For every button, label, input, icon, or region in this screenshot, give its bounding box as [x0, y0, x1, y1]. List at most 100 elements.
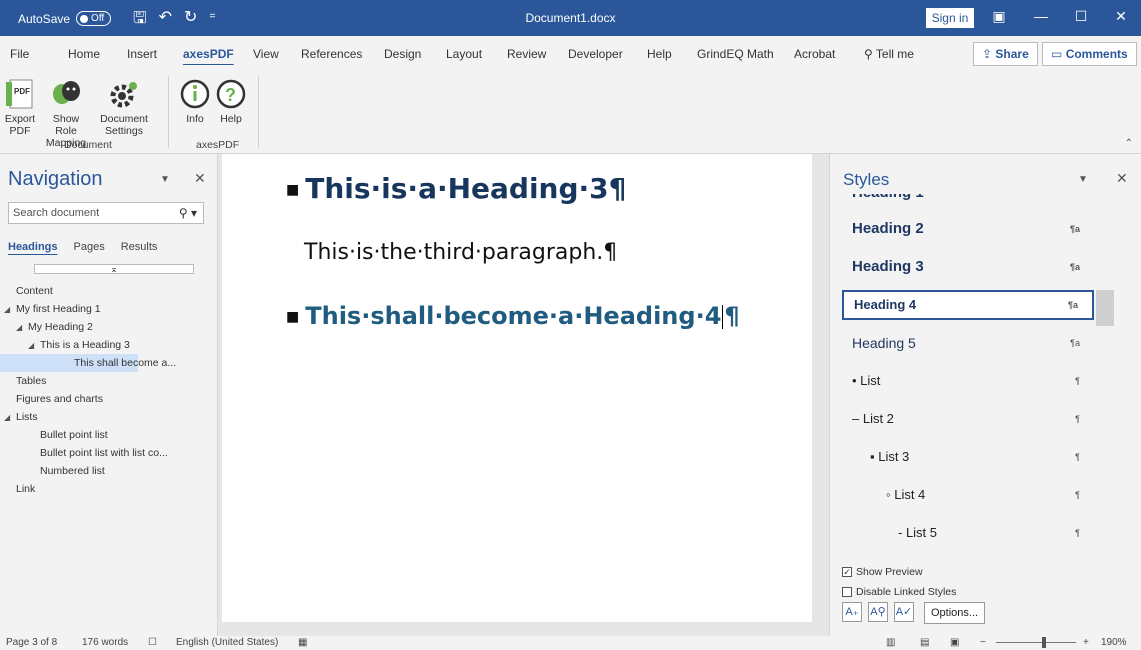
tab-layout[interactable]: Layout: [446, 47, 482, 61]
tab-grindeq-math[interactable]: GrindEQ Math: [697, 47, 774, 61]
nav-heading-item[interactable]: ◢ My first Heading 1: [0, 300, 218, 318]
macro-recording-icon[interactable]: ▦: [298, 637, 307, 648]
nav-heading-item[interactable]: Bullet point list: [0, 426, 218, 444]
style-item[interactable]: Heading 3 ¶a: [842, 252, 1094, 282]
paragraph-text[interactable]: This·is·the·third·paragraph.¶: [304, 240, 617, 265]
show-preview-option[interactable]: ✓ Show Preview: [842, 562, 956, 582]
page-count[interactable]: Page 3 of 8: [6, 637, 57, 648]
heading-3-text[interactable]: ■ This·is·a·Heading·3¶: [286, 172, 626, 205]
disable-linked-checkbox[interactable]: [842, 587, 852, 597]
manage-styles-icon[interactable]: A✓: [894, 602, 914, 622]
nav-heading-item[interactable]: Content: [0, 282, 218, 300]
nav-heading-label: Link: [16, 483, 36, 495]
pane-options-icon[interactable]: ▼: [160, 174, 170, 185]
search-document-input[interactable]: Search document ⚲ ▾: [8, 202, 204, 224]
tab-design[interactable]: Design: [384, 47, 421, 61]
tab-developer[interactable]: Developer: [568, 47, 623, 61]
expand-toggle-icon[interactable]: ◢: [28, 337, 40, 355]
style-item[interactable]: ▪ List 3 ¶: [842, 442, 1094, 472]
share-icon: ⇪: [982, 47, 993, 61]
nav-heading-item[interactable]: ◢ This is a Heading 3: [0, 336, 218, 354]
help-button[interactable]: ? Help: [214, 78, 248, 125]
disable-linked-option[interactable]: Disable Linked Styles: [842, 582, 956, 602]
style-item[interactable]: Heading 2 ¶a: [842, 214, 1094, 244]
style-inspector-icon[interactable]: A⚲: [868, 602, 888, 622]
language-indicator[interactable]: English (United States): [176, 637, 278, 648]
sign-in-button[interactable]: Sign in: [926, 8, 974, 28]
new-style-icon[interactable]: A₊: [842, 602, 862, 622]
nav-heading-item[interactable]: Tables: [0, 372, 218, 390]
style-item[interactable]: Heading 4 ¶a: [842, 290, 1094, 320]
paragraph-style-icon: ¶: [1075, 376, 1080, 386]
expand-toggle-icon[interactable]: ◢: [4, 409, 16, 427]
style-name: Heading 3: [852, 258, 924, 275]
tab-review[interactable]: Review: [507, 47, 546, 61]
zoom-in-icon[interactable]: +: [1083, 637, 1089, 648]
collapse-all-icon[interactable]: ⌅: [34, 264, 194, 274]
style-item[interactable]: ◦ List 4 ¶: [842, 480, 1094, 510]
tab-help[interactable]: Help: [647, 47, 672, 61]
ribbon-display-options-icon[interactable]: ▣: [984, 8, 1014, 25]
style-item[interactable]: • List ¶: [842, 366, 1094, 396]
nav-heading-item[interactable]: This shall become a...: [0, 354, 176, 372]
word-count[interactable]: 176 words: [82, 637, 128, 648]
tell-me-search[interactable]: ⚲ Tell me: [864, 47, 914, 61]
theater-masks-icon: [53, 81, 80, 104]
expand-toggle-icon[interactable]: ◢: [4, 301, 16, 319]
group-separator: [258, 76, 259, 148]
comments-button[interactable]: ▭ Comments: [1042, 42, 1137, 66]
close-icon[interactable]: ✕: [1106, 8, 1136, 25]
minimize-icon[interactable]: —: [1026, 8, 1056, 24]
tab-acrobat[interactable]: Acrobat: [794, 47, 835, 61]
info-button[interactable]: Info: [178, 78, 212, 125]
tab-pages[interactable]: Pages: [74, 241, 105, 253]
nav-heading-item[interactable]: Figures and charts: [0, 390, 218, 408]
nav-heading-label: Bullet point list: [40, 429, 108, 441]
zoom-out-icon[interactable]: −: [980, 637, 986, 648]
collapse-ribbon-icon[interactable]: ⌃: [1125, 138, 1133, 149]
tab-references[interactable]: References: [301, 47, 362, 61]
search-icon[interactable]: ⚲ ▾: [179, 206, 197, 220]
pane-options-icon[interactable]: ▼: [1078, 174, 1088, 185]
maximize-icon[interactable]: ☐: [1066, 8, 1096, 25]
showrole-line1: Show Role: [52, 113, 80, 137]
zoom-slider-thumb[interactable]: [1042, 637, 1046, 648]
tab-axespdf[interactable]: axesPDF: [183, 47, 234, 61]
document-page[interactable]: ■ This·is·a·Heading·3¶ This·is·the·third·…: [222, 154, 812, 622]
style-item[interactable]: – List 2 ¶: [842, 404, 1094, 434]
nav-heading-item[interactable]: Bullet point list with list co...: [0, 444, 218, 462]
nav-heading-label: This is a Heading 3: [40, 339, 130, 351]
nav-heading-item[interactable]: ◢ Lists: [0, 408, 218, 426]
expand-toggle-icon[interactable]: ◢: [16, 319, 28, 337]
tab-file[interactable]: File: [10, 47, 29, 61]
nav-heading-item[interactable]: Numbered list: [0, 462, 218, 480]
share-button[interactable]: ⇪ Share: [973, 42, 1038, 66]
ribbon: PDF Export PDF Show Role Mapping Documen…: [0, 72, 1141, 154]
read-mode-icon[interactable]: ▥: [886, 637, 895, 648]
proofing-icon[interactable]: ☐: [148, 637, 157, 648]
close-pane-icon[interactable]: ✕: [194, 170, 206, 187]
nav-heading-item[interactable]: ◢ My Heading 2: [0, 318, 218, 336]
tab-insert[interactable]: Insert: [127, 47, 157, 61]
export-pdf-button[interactable]: PDF Export PDF: [2, 78, 38, 137]
style-item[interactable]: - List 5 ¶: [842, 518, 1094, 548]
nav-heading-item[interactable]: Link: [0, 480, 218, 498]
scrollbar-thumb[interactable]: [1096, 290, 1114, 326]
web-layout-icon[interactable]: ▣: [950, 637, 959, 648]
close-pane-icon[interactable]: ✕: [1116, 170, 1128, 187]
heading-4-text[interactable]: ■ This·shall·become·a·Heading·4 ¶: [286, 302, 740, 330]
zoom-level[interactable]: 190%: [1101, 637, 1127, 648]
document-settings-button[interactable]: Document Settings: [94, 78, 154, 137]
show-preview-checkbox[interactable]: ✓: [842, 567, 852, 577]
options-button[interactable]: Options...: [924, 602, 986, 624]
tab-view[interactable]: View: [253, 47, 279, 61]
style-item[interactable]: Heading 5 ¶a: [842, 328, 1094, 358]
search-icon: ⚲: [864, 47, 873, 61]
tab-home[interactable]: Home: [68, 47, 100, 61]
tab-headings[interactable]: Headings: [8, 241, 58, 253]
print-layout-icon[interactable]: ▤: [920, 637, 929, 648]
paragraph-style-icon: ¶: [1075, 452, 1080, 462]
zoom-slider[interactable]: [996, 642, 1076, 643]
style-item[interactable]: Heading 1 —: [842, 194, 1094, 208]
tab-results[interactable]: Results: [121, 241, 158, 253]
